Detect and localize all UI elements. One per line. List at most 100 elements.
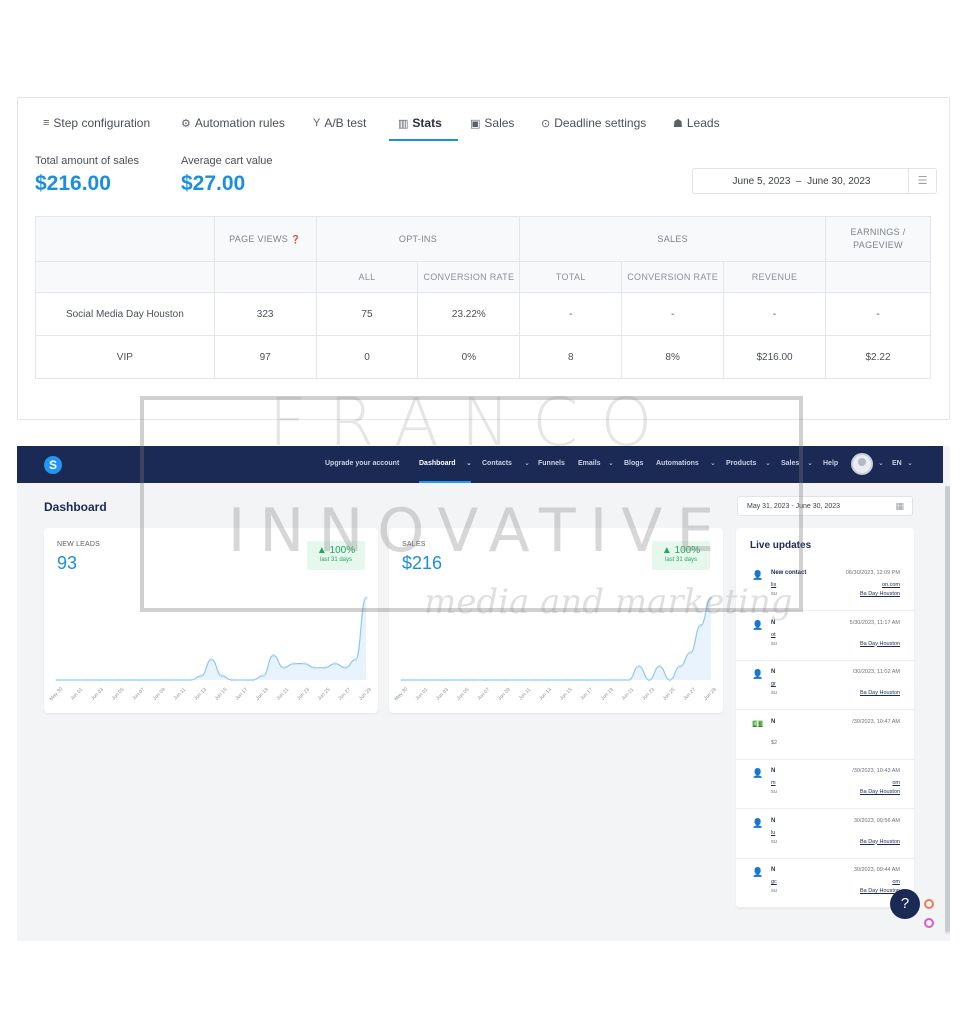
split-icon: Y bbox=[313, 117, 321, 129]
date-range-picker[interactable]: June 5, 2023 – June 30, 2023 ☰ bbox=[692, 168, 937, 194]
subheader-sales-conversion-rate: CONVERSION RATE bbox=[621, 261, 725, 293]
nav-blogs[interactable]: Blogs bbox=[624, 460, 643, 467]
update-time: 30/2023, 09:56 AM bbox=[853, 817, 900, 824]
chart-point bbox=[251, 678, 255, 682]
list-item[interactable]: 👤 N/30/2023, 11:02 AM gr su Ba Day Houston bbox=[736, 661, 914, 710]
list-item[interactable]: 👤 N 30/2023, 09:56 AM lu su Ba Day Houston bbox=[736, 810, 914, 859]
tab-label: Sales bbox=[484, 116, 515, 130]
tab-leads[interactable]: ☗ Leads bbox=[673, 116, 720, 130]
list-item[interactable]: 💵 N/30/2023, 10:47 AM $2 bbox=[736, 711, 914, 760]
x-tick-label: Jun 03 bbox=[90, 687, 105, 702]
total-sales-value: $216.00 bbox=[35, 172, 111, 195]
chart-point bbox=[302, 662, 306, 665]
cell-revenue: $216.00 bbox=[723, 335, 826, 379]
tab-step-configuration[interactable]: ≡ Step configuration bbox=[43, 116, 150, 130]
update-contact-link[interactable]: lis bbox=[771, 582, 776, 588]
scrollbar-thumb[interactable] bbox=[945, 486, 950, 932]
gears-icon: ⚙ bbox=[181, 117, 191, 130]
update-funnel-link[interactable]: Ba Day Houston bbox=[860, 789, 900, 795]
update-detail: su bbox=[771, 690, 777, 696]
nav-products[interactable]: Products bbox=[726, 460, 756, 467]
update-funnel-link[interactable]: Ba Day Houston bbox=[860, 690, 900, 696]
list-item[interactable]: 👤 N 30/2023, 09:44 AM gc su om Ba Day Houston bbox=[736, 859, 914, 908]
info-icon[interactable]: ❓ bbox=[291, 235, 301, 244]
x-tick-label: Jun 23 bbox=[296, 687, 311, 702]
chart-point bbox=[323, 666, 327, 670]
chart-point bbox=[117, 678, 121, 682]
tab-label: A/B test bbox=[324, 116, 367, 130]
update-contact-link[interactable]: gr bbox=[771, 681, 776, 687]
money-icon: 💵 bbox=[752, 718, 764, 729]
tab-sales[interactable]: ▣ Sales bbox=[470, 116, 514, 130]
nav-automations[interactable]: Automations bbox=[656, 460, 699, 467]
tab-automation-rules[interactable]: ⚙ Automation rules bbox=[181, 116, 285, 130]
dashboard-date-picker[interactable]: May 31, 2023 - June 30, 2023 ▦ bbox=[737, 496, 913, 516]
update-contact-link[interactable]: gc bbox=[771, 879, 777, 885]
filter-icon[interactable]: ☰ bbox=[908, 169, 936, 193]
update-title: N bbox=[771, 619, 776, 626]
nav-funnels[interactable]: Funnels bbox=[538, 460, 565, 467]
x-tick-label: Jun 23 bbox=[641, 687, 656, 702]
nav-help[interactable]: Help bbox=[823, 460, 838, 467]
chart-point bbox=[637, 664, 641, 668]
tab-deadline-settings[interactable]: ⊙ Deadline settings bbox=[541, 116, 646, 130]
update-funnel-link[interactable]: Ba Day Houston bbox=[860, 591, 900, 597]
scrollbar[interactable] bbox=[945, 486, 950, 934]
update-contact-link[interactable]: lu bbox=[771, 830, 775, 836]
money-icon: ▣ bbox=[470, 117, 481, 130]
cell-earnings: $2.22 bbox=[825, 335, 931, 379]
avatar[interactable] bbox=[851, 453, 873, 475]
chart-point bbox=[199, 674, 203, 678]
update-email-link[interactable]: on.com bbox=[882, 582, 900, 588]
nav-sales[interactable]: Sales bbox=[781, 460, 799, 467]
update-title: N bbox=[771, 718, 776, 725]
update-contact-link[interactable]: ot bbox=[771, 632, 776, 638]
nav-emails[interactable]: Emails bbox=[578, 460, 601, 467]
assistant-icon[interactable] bbox=[924, 918, 934, 928]
nav-dashboard[interactable]: Dashboard bbox=[419, 460, 456, 467]
update-funnel-link[interactable]: Ba Day Houston bbox=[860, 641, 900, 647]
chart-point bbox=[472, 678, 476, 682]
chevron-down-icon: ⌄ bbox=[466, 460, 472, 467]
x-tick-label: Jun 19 bbox=[600, 687, 615, 702]
x-tick-label: May 30 bbox=[393, 686, 409, 702]
update-funnel-link[interactable]: Ba Day Houston bbox=[860, 839, 900, 845]
app-logo[interactable]: S bbox=[44, 456, 62, 474]
x-tick-label: Jun 03 bbox=[435, 687, 450, 702]
help-button[interactable]: ? bbox=[890, 889, 920, 919]
chart-point bbox=[452, 678, 455, 682]
active-nav-indicator bbox=[419, 481, 471, 483]
chart-point bbox=[493, 678, 497, 682]
sales-card: SALES $216 ▲ 100% last 31 days May 30 Jun… bbox=[389, 528, 723, 713]
header-page-views: PAGE VIEWS ❓ bbox=[213, 216, 317, 262]
tab-ab-test[interactable]: Y A/B test bbox=[313, 116, 366, 130]
list-item[interactable]: 👤 N/30/2023, 10:43 AM m su om Ba Day Houston bbox=[736, 760, 914, 809]
chart-point bbox=[658, 664, 661, 668]
chart-point bbox=[627, 678, 630, 682]
list-item[interactable]: 👤 N 5/30/2023, 11:17 AM ot su Ba Day Houston bbox=[736, 612, 914, 661]
chevron-down-icon: ⌄ bbox=[907, 460, 913, 467]
update-email-link[interactable]: om bbox=[892, 879, 900, 885]
update-detail: su bbox=[771, 591, 777, 597]
update-email-link[interactable]: om bbox=[892, 780, 900, 786]
nav-contacts[interactable]: Contacts bbox=[482, 460, 512, 467]
active-tab-indicator bbox=[389, 139, 458, 141]
x-tick-label: Jun 27 bbox=[337, 687, 352, 702]
update-contact-link[interactable]: m bbox=[771, 780, 776, 786]
chart-point bbox=[55, 678, 59, 682]
update-title: N bbox=[771, 867, 776, 873]
tab-stats[interactable]: ▥ Stats bbox=[398, 116, 442, 130]
chart-point bbox=[271, 654, 275, 657]
chart-point bbox=[709, 596, 713, 600]
x-tick-label: Jun 25 bbox=[662, 687, 677, 702]
calendar-icon[interactable]: ▦ bbox=[895, 501, 904, 512]
language-selector[interactable]: EN bbox=[892, 460, 902, 467]
update-detail: su bbox=[771, 838, 777, 845]
nav-upgrade[interactable]: Upgrade your account bbox=[325, 460, 399, 467]
chat-icon[interactable] bbox=[924, 899, 934, 909]
x-tick-label: Jun 17 bbox=[579, 687, 594, 702]
page-title: Dashboard bbox=[44, 500, 107, 514]
chart-point bbox=[96, 678, 100, 682]
x-tick-label: Jun 07 bbox=[131, 687, 146, 702]
list-item[interactable]: 👤 New contact 06/30/2023, 12:09 PM lis su on.… bbox=[736, 562, 914, 611]
